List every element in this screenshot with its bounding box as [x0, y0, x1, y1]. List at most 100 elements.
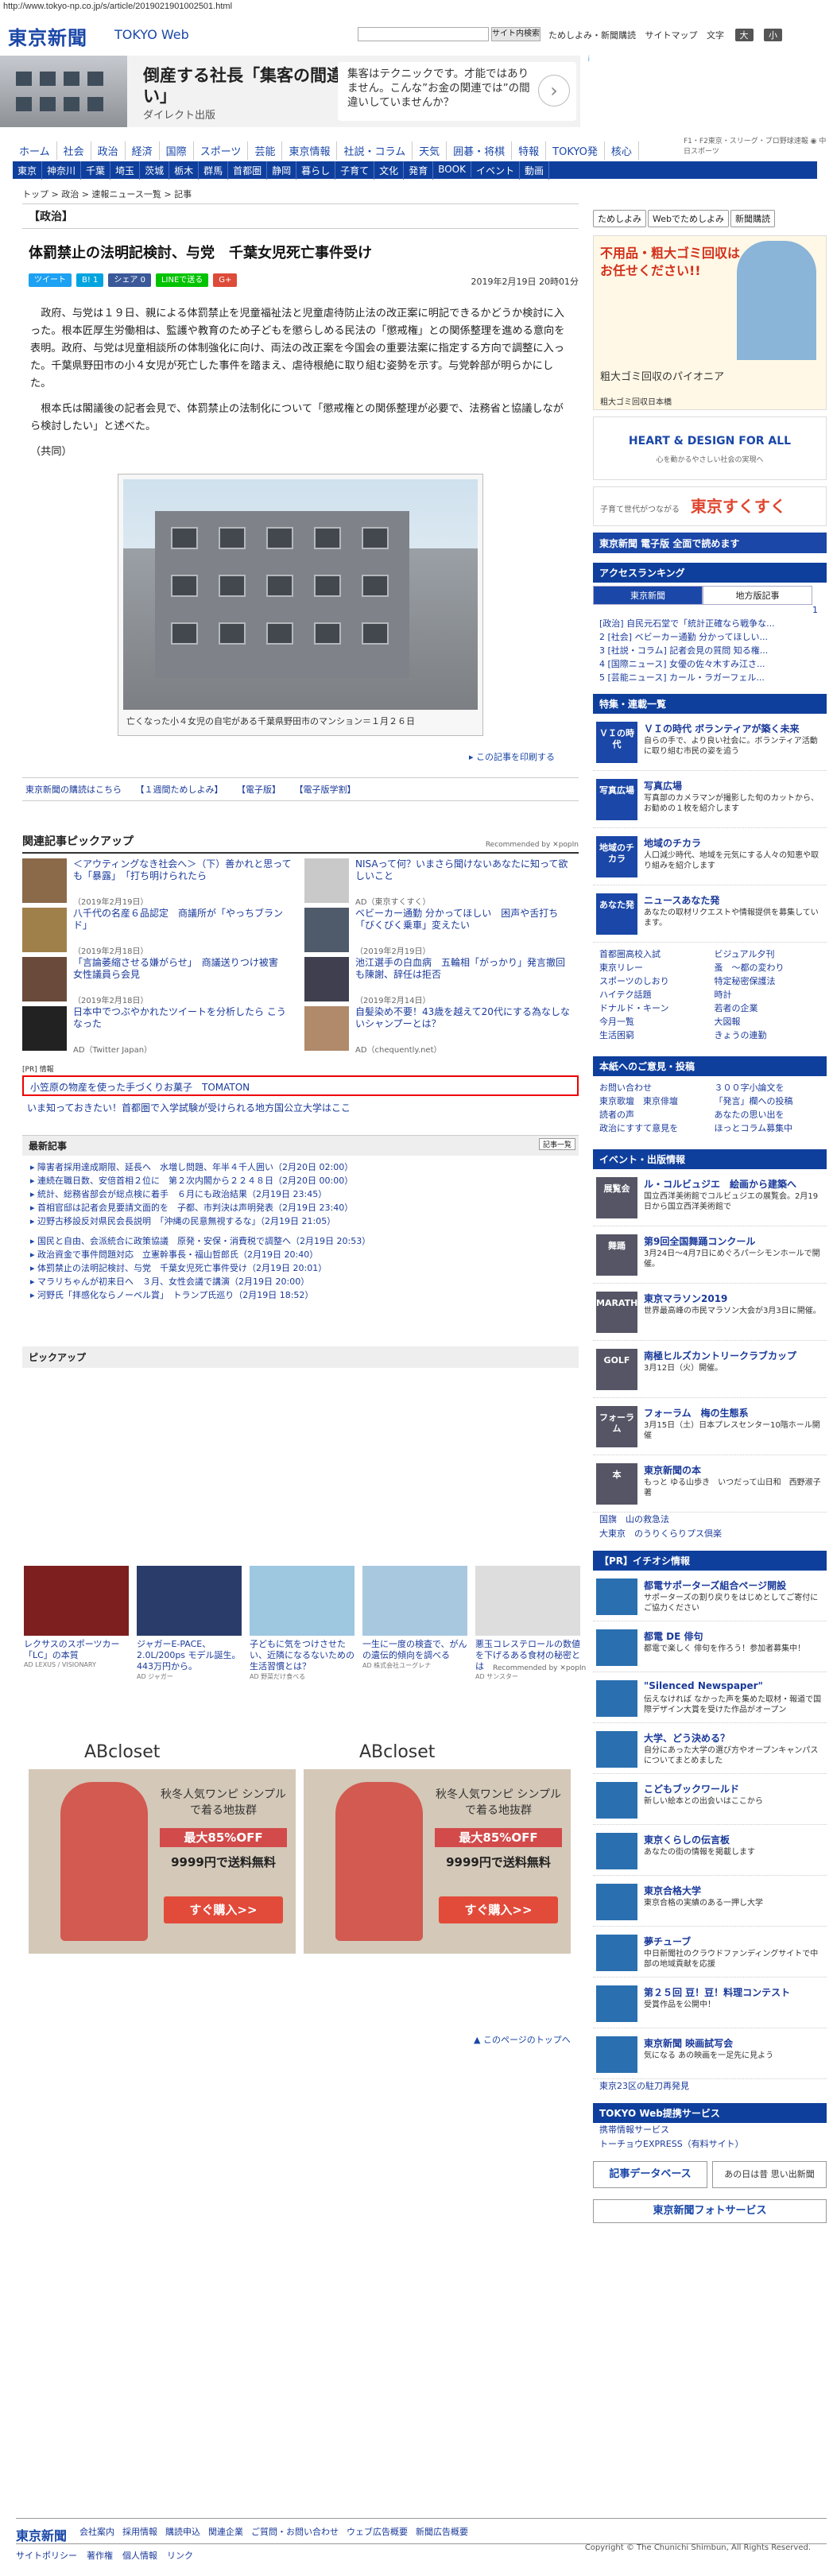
feature-item[interactable]: あなた発 ニュースあなた発 あなたの取材リクエストや情報提供を募集しています。 [593, 890, 827, 943]
latest-item[interactable]: 辺野古移設反対県民会長説明 「沖縄の民意無視するな」（2月19日 21:05） [30, 1214, 579, 1228]
pickup-title[interactable]: 一生に一度の検査で、がんの遺伝的傾向を調べる [362, 1639, 467, 1661]
nav-item[interactable]: 囲碁・将棋 [447, 141, 513, 160]
abcloset-ad[interactable]: ABcloset 秋冬人気ワンピ シンプルで着る地抜群 最大85%OFF 999… [29, 1734, 296, 1954]
ranking-item[interactable]: 5 [芸能ニュース] カール・ラガーフェル... [593, 671, 827, 684]
pickup-item[interactable]: ジャガーE-PACE、2.0L/200ps モデル誕生。443万円から。 AD ジ… [137, 1566, 242, 1681]
pr-title[interactable]: 都電 DE 俳句 [644, 1629, 703, 1643]
pr-link-highlighted[interactable]: 小笠原の物産を使った手づくりお菓子 TOMATON [22, 1075, 579, 1096]
topic-link[interactable]: 東京リレー [599, 961, 706, 974]
search-input[interactable] [358, 27, 489, 41]
subnav-item[interactable]: 首都圏 [228, 161, 268, 180]
related-item[interactable]: 自髪染め不要！43歳を越えて20代にする為なしないシャンプーとは？ AD（cheq… [304, 1006, 579, 1056]
pr-title[interactable]: 都電サポーターズ組合ページ開設 [644, 1579, 786, 1592]
footer-bottom-link[interactable]: 著作権 [87, 2551, 113, 2561]
footer-bottom-link[interactable]: リンク [167, 2551, 193, 2561]
event-title[interactable]: 東京新聞の本 [644, 1463, 701, 1477]
pr-item[interactable]: 東京新聞 映画試写会 気になる あの映画を一足先に見よう [593, 2033, 827, 2079]
subnav-item[interactable]: 文化 [374, 161, 405, 180]
tweet-button[interactable]: ツイート [29, 273, 72, 287]
related-title[interactable]: 自髪染め不要！43歳を越えて20代にする為なしないシャンプーとは？ [355, 1006, 574, 1030]
subnav-item[interactable]: 千葉 [81, 161, 111, 180]
ranking-item[interactable]: 3 [社説・コラム] 記者会見の質問 知る権... [593, 644, 827, 657]
latest-item[interactable]: 河野氏「拝感化ならノーベル賞」 トランプ氏巡り（2月19日 18:52） [30, 1288, 579, 1302]
event-item[interactable]: 舞踊 第9回全国舞踊コンクール 3月24日～4月7日にめぐろパーシモンホールで開催。 [593, 1231, 827, 1284]
ad-info-icon[interactable]: i [587, 56, 590, 64]
latest-item[interactable]: 障害者採用達成期限、延長へ 水増し問題、年半４千人囲い（2月20日 02:00） [30, 1160, 579, 1174]
side-subscribe-button[interactable]: 新聞購読 [730, 210, 775, 227]
event-item[interactable]: 本東京新聞の本 もっと ゆる山歩き いつだって山日和 西野淑子 著 [593, 1460, 827, 1513]
event-item[interactable]: GOLF 南極ヒルズカントリークラブカップ 3月12日（火）開催。 [593, 1346, 827, 1398]
feature-title[interactable]: 写真広場 [644, 779, 682, 792]
side-trial-button[interactable]: ためしよみ [593, 210, 646, 227]
topic-link[interactable]: 生活困窮 [599, 1028, 706, 1042]
footer-bottom-link[interactable]: 個人情報 [122, 2551, 157, 2561]
line-share-button[interactable]: LINEで送る [155, 273, 209, 287]
latest-item[interactable]: マラリちゃんが初来日へ ３月、女性会議で講演（2月19日 20:00） [30, 1275, 579, 1288]
digital-edition-banner[interactable]: 東京新聞 電子版 全面で読めます [593, 533, 827, 553]
memories-newspaper-button[interactable]: あの日は昔 思い出新聞 [712, 2161, 827, 2188]
pickup-item[interactable]: 一生に一度の検査で、がんの遺伝的傾向を調べる AD 株式会社ユーグレナ [362, 1566, 467, 1670]
opinion-link[interactable]: ３００字小論文を [715, 1081, 821, 1094]
feature-item[interactable]: ＶＩの時代 ＶＩの時代 ボランティアが築く未来 自らの手で、より良い社会に。ボランテ… [593, 719, 827, 771]
subnav-item[interactable]: 茨城 [140, 161, 170, 180]
subnav-item[interactable]: BOOK [433, 161, 471, 177]
footer-link[interactable]: ウェブ広告概要 [347, 2527, 408, 2537]
pickup-title[interactable]: ジャガーE-PACE、2.0L/200ps モデル誕生。443万円から。 [137, 1639, 242, 1672]
pr-item[interactable]: 夢チューブ 中日新聞社のクラウドファンディングサイトで中部の地域貢献を応援 [593, 1931, 827, 1978]
pr-item[interactable]: 都電サポーターズ組合ページ開設 サポーターズの割り戻りをはじめとしてご寄付にご協力… [593, 1575, 827, 1621]
mini-link[interactable]: 国旗 山の救急法 [593, 1513, 827, 1527]
related-item[interactable]: 八千代の名産６品認定 商議所が「やっちブランド」 （2019年2月18日） [22, 908, 296, 957]
topic-link[interactable]: 若者の企業 [715, 1001, 821, 1015]
footer-link[interactable]: 新聞広告概要 [416, 2527, 468, 2537]
latest-item[interactable]: 体罰禁止の法明記検討、与党 千葉女児死亡事件受け（2月19日 20:01） [30, 1261, 579, 1275]
event-title[interactable]: 第9回全国舞踊コンクール [644, 1234, 755, 1248]
feature-item[interactable]: 写真広場 写真広場 写真部のカメラマンが撮影した旬のカットから、お勧めの１枚を紹介し… [593, 776, 827, 828]
pr-item[interactable]: 大学、どう決める？ 自分にあった大学の選び方やオープンキャンパスについてまとめまし… [593, 1728, 827, 1774]
feature-title[interactable]: ニュースあなた発 [644, 893, 719, 907]
nav-item[interactable]: 経済 [126, 141, 160, 160]
feature-title[interactable]: 地域のチカラ [644, 836, 701, 850]
subnav-item[interactable]: 群馬 [199, 161, 229, 180]
side-link[interactable]: 東京23区の駐刀再発見 [593, 2079, 827, 2094]
nav-item[interactable]: 特報 [512, 141, 547, 160]
buy-button[interactable]: すぐ購入>> [439, 1896, 558, 1923]
nav-item[interactable]: 社説・コラム [337, 141, 413, 160]
opinion-link[interactable]: 「発言」欄への投稿 [715, 1094, 821, 1108]
nav-item[interactable]: 社会 [57, 141, 91, 160]
pr-item[interactable]: こどもブックワールド 新しい絵本との出会いはここから [593, 1779, 827, 1825]
latest-item[interactable]: 連続在職日数、安倍首相２位に 第２次内閣から２２４８日（2月20日 00:00） [30, 1174, 579, 1187]
nav-item[interactable]: 芸能 [248, 141, 283, 160]
trial-link[interactable]: 【１週間ためしよみ】 [136, 784, 223, 795]
footer-logo[interactable]: 東京新聞 [16, 2525, 67, 2544]
chevron-right-icon[interactable]: › [538, 75, 570, 107]
footer-link[interactable]: ご質問・お問い合わせ [251, 2527, 339, 2537]
topic-link[interactable]: ハイテク話題 [599, 988, 706, 1001]
event-title[interactable]: 東京マラソン2019 [644, 1292, 727, 1305]
topic-link[interactable]: 特定秘密保護法 [715, 974, 821, 988]
mini-link[interactable]: 大東京 のうりくらりプス倶楽 [593, 1527, 827, 1541]
google-plus-button[interactable]: G+ [213, 273, 238, 287]
hatena-button[interactable]: B! 1 [76, 273, 104, 287]
opinion-link[interactable]: 東京歌壇 東京俳壇 [599, 1094, 706, 1108]
abcloset-ad[interactable]: ABcloset 秋冬人気ワンピ シンプルで着る地抜群 最大85%OFF 999… [304, 1734, 571, 1954]
pr-item[interactable]: 第２５回 豆！豆！料理コンテスト 受賞作品を公開中！ [593, 1982, 827, 2028]
topic-link[interactable]: 今月一覧 [599, 1015, 706, 1028]
pr-item[interactable]: 東京合格大学 東京合格の実績のある一押し大学 [593, 1881, 827, 1927]
event-item[interactable]: フォーラム フォーラム 梅の生態系 3月15日（土）日本プレスセンター10階ホール開… [593, 1403, 827, 1455]
related-title[interactable]: 八千代の名産６品認定 商議所が「やっちブランド」 [73, 908, 292, 932]
latest-more-button[interactable]: 記事一覧 [538, 1138, 575, 1150]
nav-item[interactable]: TOKYO発 [546, 141, 605, 160]
footer-link[interactable]: 関連企業 [208, 2527, 243, 2537]
pickup-title[interactable]: レクサスのスポーツカー「LC」の本質 [24, 1639, 129, 1661]
student-link[interactable]: 【電子版学割】 [295, 784, 356, 795]
buy-button[interactable]: すぐ購入>> [164, 1896, 283, 1923]
opinion-link[interactable]: お問い合わせ [599, 1081, 706, 1094]
side-ad-cleanup[interactable]: 不用品・粗大ゴミ回収は お任せください!! 粗大ゴミ回収のパイオニア 粗大ゴミ回… [593, 235, 827, 410]
pr-item[interactable]: 都電 DE 俳句 都電で楽しく 俳句を作ろう！参加者募集中！ [593, 1626, 827, 1672]
print-link[interactable]: ▸ この記事を印刷する [22, 750, 555, 763]
latest-item[interactable]: 首相官邸は記者会見要請文面的を 子都、市判決は声明発表（2月19日 23:40） [30, 1201, 579, 1214]
topic-link[interactable]: 大図報 [715, 1015, 821, 1028]
pr-title[interactable]: 東京くらしの伝言板 [644, 1833, 730, 1846]
pr-title[interactable]: 夢チューブ [644, 1935, 691, 1948]
ranking-item[interactable]: 4 [国際ニュース] 女優の佐々木すみ江さ... [593, 657, 827, 671]
